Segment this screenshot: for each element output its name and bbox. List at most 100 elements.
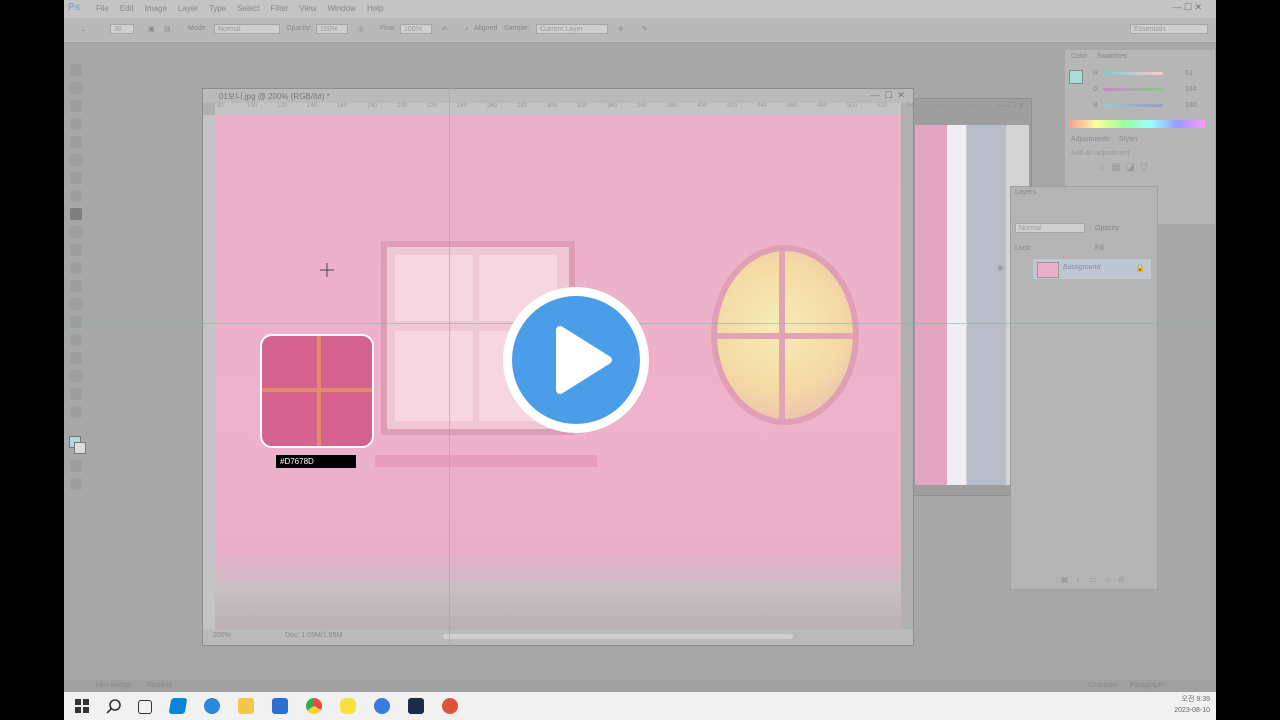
photoshop-taskbar-icon[interactable] [408, 698, 424, 714]
menu-view[interactable]: View [299, 4, 316, 13]
g-value[interactable]: 184 [1185, 86, 1197, 93]
airbrush-icon[interactable]: ✍ [442, 25, 448, 33]
tab-paragraph[interactable]: Paragraph [1130, 682, 1163, 689]
document-window-controls-icon[interactable]: — ☐ ✕ [870, 90, 905, 101]
layer-name[interactable]: Background [1063, 264, 1100, 271]
system-clock[interactable]: 오전 9:39 2023-08-10 [1174, 694, 1210, 716]
b-label: B [1093, 102, 1098, 109]
tab-color[interactable]: Color [1071, 53, 1088, 60]
menu-type[interactable]: Type [209, 4, 226, 13]
vscode-icon[interactable] [168, 698, 188, 714]
horizontal-guide[interactable] [64, 323, 1216, 324]
doc-size-info[interactable]: Doc: 1.05M/1.05M [285, 632, 342, 639]
hand-tool-icon[interactable] [70, 388, 82, 400]
crop-tool-icon[interactable] [70, 136, 82, 148]
kakaotalk-icon[interactable] [340, 698, 356, 714]
gradient-tool-icon[interactable] [70, 262, 82, 274]
window-controls[interactable]: — ☐ ✕ [1172, 2, 1202, 13]
quick-mask-icon[interactable] [70, 460, 82, 472]
search-icon[interactable] [106, 698, 122, 714]
sample-dropdown[interactable]: Current Layer [536, 24, 608, 34]
clone-stamp-tool-icon[interactable] [70, 208, 82, 220]
file-explorer-icon[interactable] [238, 698, 254, 714]
mode-dropdown[interactable]: Normal [214, 24, 280, 34]
pressure-opacity-icon[interactable]: ◎ [358, 25, 364, 33]
healing-brush-tool-icon[interactable] [70, 172, 82, 184]
ruler-horizontal[interactable]: 80 100 120 140 160 180 200 220 240 260 280 300 320 34… [215, 103, 1007, 115]
b-slider[interactable] [1103, 104, 1163, 107]
zoom-level[interactable]: 200% [213, 632, 231, 639]
zoom-tool-icon[interactable] [70, 406, 82, 418]
eyedropper-tool-icon[interactable] [70, 154, 82, 166]
r-slider[interactable] [1103, 72, 1163, 75]
vertical-guide[interactable] [449, 42, 450, 692]
tab-timeline[interactable]: Timeline [146, 682, 172, 689]
tab-character[interactable]: Character [1088, 682, 1119, 689]
workspace-dropdown[interactable]: Essentials [1130, 24, 1208, 34]
toggle-clone-source-icon[interactable]: ▤ [164, 25, 171, 33]
zoom-app-icon[interactable] [374, 698, 390, 714]
dodge-tool-icon[interactable] [70, 298, 82, 310]
quick-select-tool-icon[interactable] [70, 118, 82, 130]
pressure-size-icon[interactable]: ✎ [642, 25, 648, 33]
toggle-brush-panel-icon[interactable]: ▣ [148, 25, 155, 33]
opacity-input[interactable]: 100% [316, 24, 348, 34]
layer-blend-mode[interactable]: Normal [1015, 223, 1085, 233]
brush-tool-icon[interactable] [70, 190, 82, 202]
layers-panel-title[interactable]: Layers [1015, 189, 1036, 196]
blur-tool-icon[interactable] [70, 280, 82, 292]
path-select-tool-icon[interactable] [70, 352, 82, 364]
brush-size-dropdown[interactable]: 30 [110, 24, 134, 34]
b-value[interactable]: 180 [1185, 102, 1197, 109]
marquee-tool-icon[interactable] [70, 82, 82, 94]
foreground-color-chip[interactable] [1069, 70, 1083, 84]
r-value[interactable]: 61 [1185, 70, 1193, 77]
menu-select[interactable]: Select [237, 4, 259, 13]
pen-tool-icon[interactable] [70, 316, 82, 328]
visibility-eye-icon[interactable]: ◉ [997, 263, 1004, 272]
move-tool-icon[interactable] [70, 64, 82, 76]
screen-mode-icon[interactable] [70, 478, 82, 490]
video-play-button[interactable] [503, 287, 649, 433]
ruler-tick-label: 340 [607, 103, 618, 109]
menu-help[interactable]: Help [367, 4, 383, 13]
tab-mini-bridge[interactable]: Mini Bridge [96, 682, 131, 689]
background-color-swatch[interactable] [74, 442, 86, 454]
menu-filter[interactable]: Filter [271, 4, 289, 13]
menu-image[interactable]: Image [145, 4, 167, 13]
horizontal-scrollbar[interactable] [443, 634, 793, 639]
menu-edit[interactable]: Edit [120, 4, 134, 13]
flow-input[interactable]: 100% [400, 24, 432, 34]
aligned-checkbox[interactable]: ✓ [464, 25, 470, 33]
type-tool-icon[interactable] [70, 334, 82, 346]
lasso-tool-icon[interactable] [70, 100, 82, 112]
chrome-icon[interactable] [306, 698, 322, 714]
ruler-tick-label: 240 [457, 103, 468, 109]
menu-file[interactable]: File [96, 4, 109, 13]
edge-icon[interactable] [204, 698, 220, 714]
tab-adjustments[interactable]: Adjustments [1071, 136, 1110, 143]
history-brush-tool-icon[interactable] [70, 226, 82, 238]
layers-panel: Layers Normal Opacity: Lock: Fill: Backg… [997, 186, 1158, 590]
task-view-icon[interactable] [138, 700, 152, 714]
layer-footer-icons[interactable]: ▣◐▭⌂⊞ [1061, 575, 1132, 584]
mail-icon[interactable] [272, 698, 288, 714]
record-app-icon[interactable] [442, 698, 458, 714]
menu-window[interactable]: Window [328, 4, 356, 13]
clone-stamp-icon[interactable]: ⊥ [80, 25, 86, 33]
eraser-tool-icon[interactable] [70, 244, 82, 256]
tab-swatches[interactable]: Swatches [1097, 53, 1127, 60]
shape-tool-icon[interactable] [70, 370, 82, 382]
menu-layer[interactable]: Layer [178, 4, 198, 13]
windows-start-icon[interactable] [74, 698, 90, 714]
g-slider[interactable] [1103, 88, 1163, 91]
color-spectrum-bar[interactable] [1069, 120, 1205, 128]
document-title[interactable]: 01보니.jpg @ 200% (RGB/8#) * [219, 91, 330, 102]
tab-styles[interactable]: Styles [1119, 136, 1138, 143]
adjustment-icons[interactable]: ☼▦◪▽ [1097, 162, 1153, 173]
ruler-vertical[interactable] [203, 115, 215, 629]
ignore-adjustment-icon[interactable]: ⊘ [618, 25, 624, 33]
layer-row-background[interactable]: Background 🔒 [1033, 259, 1151, 279]
ruler-tick-label: 540 [907, 103, 918, 109]
document-tab[interactable]: 01보니.jpg @ 200% (RGB/8#) * — ☐ ✕ [203, 89, 913, 103]
